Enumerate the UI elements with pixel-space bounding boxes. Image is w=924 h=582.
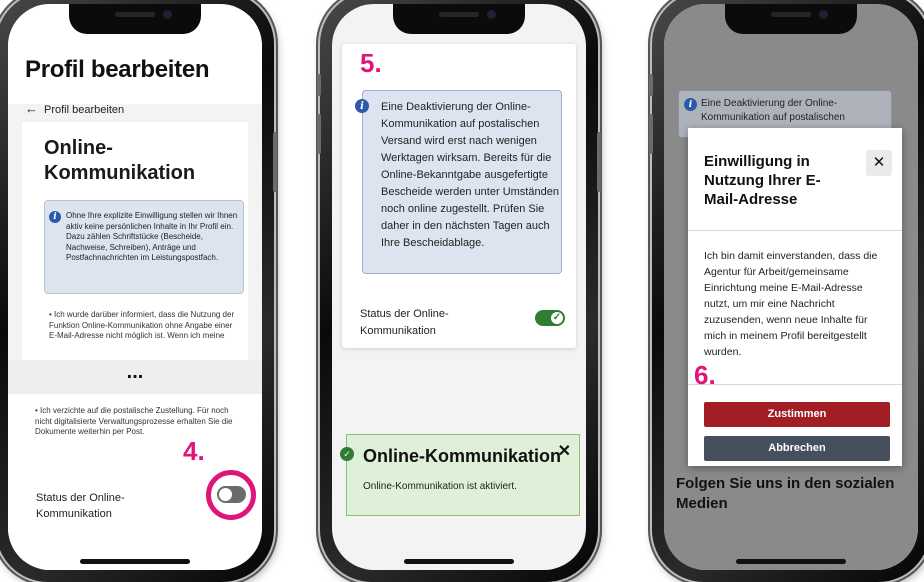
close-icon[interactable]: ✕ (558, 441, 571, 461)
phone-screen: 5. i Eine Deaktivierung der Online-Kommu… (332, 4, 586, 570)
phone-frame-step-6: i Eine Deaktivierung der Online-Kommunik… (649, 0, 924, 582)
power-button (273, 132, 277, 192)
online-communication-card: Online-Kommunikation i Ohne Ihre explizi… (22, 122, 248, 360)
modal-title: Einwilligung in Nutzung Ihrer E-Mail-Adr… (704, 153, 821, 208)
home-indicator (404, 559, 514, 564)
check-circle-icon: ✓ (340, 447, 354, 461)
online-communication-toggle[interactable] (217, 486, 246, 503)
online-communication-toggle[interactable]: ✓ (535, 310, 565, 326)
status-label: Status der Online-Kommunikation (360, 308, 449, 337)
ellipsis-separator: ... (8, 360, 262, 394)
volume-up-button (317, 114, 321, 154)
info-box: i Ohne Ihre explizite Einwilligung stell… (44, 200, 244, 294)
agree-button[interactable]: Zustimmen (704, 402, 890, 427)
status-label: Status der Online-Kommunikation (36, 492, 125, 520)
consent-modal: Einwilligung in Nutzung Ihrer E-Mail-Adr… (688, 128, 902, 466)
mute-switch (649, 74, 653, 96)
toast-message: Online-Kommunikation ist aktiviert. (363, 481, 517, 492)
highlight-ring (206, 470, 256, 520)
toggle-knob (219, 488, 232, 501)
step-number: 4. (183, 436, 205, 466)
info-icon: i (49, 211, 61, 223)
home-indicator (80, 559, 190, 564)
background-info-text: Eine Deaktivierung der Online-Kommunikat… (701, 98, 845, 123)
phone-notch (725, 4, 857, 34)
back-link-label: Profil bearbeiten (44, 104, 125, 116)
phone-notch (393, 4, 525, 34)
modal-divider (688, 384, 902, 385)
back-link[interactable]: ← Profil bearbeiten (25, 101, 124, 116)
success-toast: ✓ Online-Kommunikation ✕ Online-Kommunik… (340, 434, 580, 516)
modal-body: Ich bin damit einverstanden, dass die Ag… (704, 250, 878, 358)
cancel-button[interactable]: Abbrechen (704, 436, 890, 461)
mute-switch (317, 74, 321, 96)
consent-bullet-email: • Ich wurde darüber informiert, dass die… (49, 310, 235, 340)
info-text: Eine Deaktivierung der Online-Kommunikat… (381, 101, 559, 249)
info-text: Ohne Ihre explizite Einwilligung stellen… (66, 211, 238, 262)
page-title: Profil bearbeiten (25, 56, 210, 83)
phone-frame-step-5: 5. i Eine Deaktivierung der Online-Kommu… (317, 0, 601, 582)
info-box: i Eine Deaktivierung der Online-Kommunik… (355, 90, 562, 274)
close-icon[interactable]: ✕ (866, 150, 892, 176)
phone-frame-step-4: Profil bearbeiten ← Profil bearbeiten Onl… (0, 0, 277, 582)
arrow-left-icon: ← (25, 101, 38, 116)
power-button (597, 132, 601, 192)
phone-screen: i Eine Deaktivierung der Online-Kommunik… (664, 4, 918, 570)
step-number: 5. (360, 48, 382, 78)
step-number: 6. (694, 360, 716, 390)
info-icon: i (684, 98, 697, 111)
toast-title: Online-Kommunikation (363, 446, 561, 466)
consent-bullet-postal: • Ich verzichte auf die postalische Zust… (35, 406, 233, 436)
phone-screen: Profil bearbeiten ← Profil bearbeiten Onl… (8, 4, 262, 570)
home-indicator (736, 559, 846, 564)
volume-up-button (649, 114, 653, 154)
phone-notch (69, 4, 201, 34)
section-title: Online-Kommunikation (44, 137, 196, 184)
modal-divider (688, 230, 902, 231)
check-icon: ✓ (551, 312, 563, 324)
info-icon: i (355, 99, 369, 113)
background-heading: Folgen Sie uns in den sozialen Medien (676, 475, 895, 512)
